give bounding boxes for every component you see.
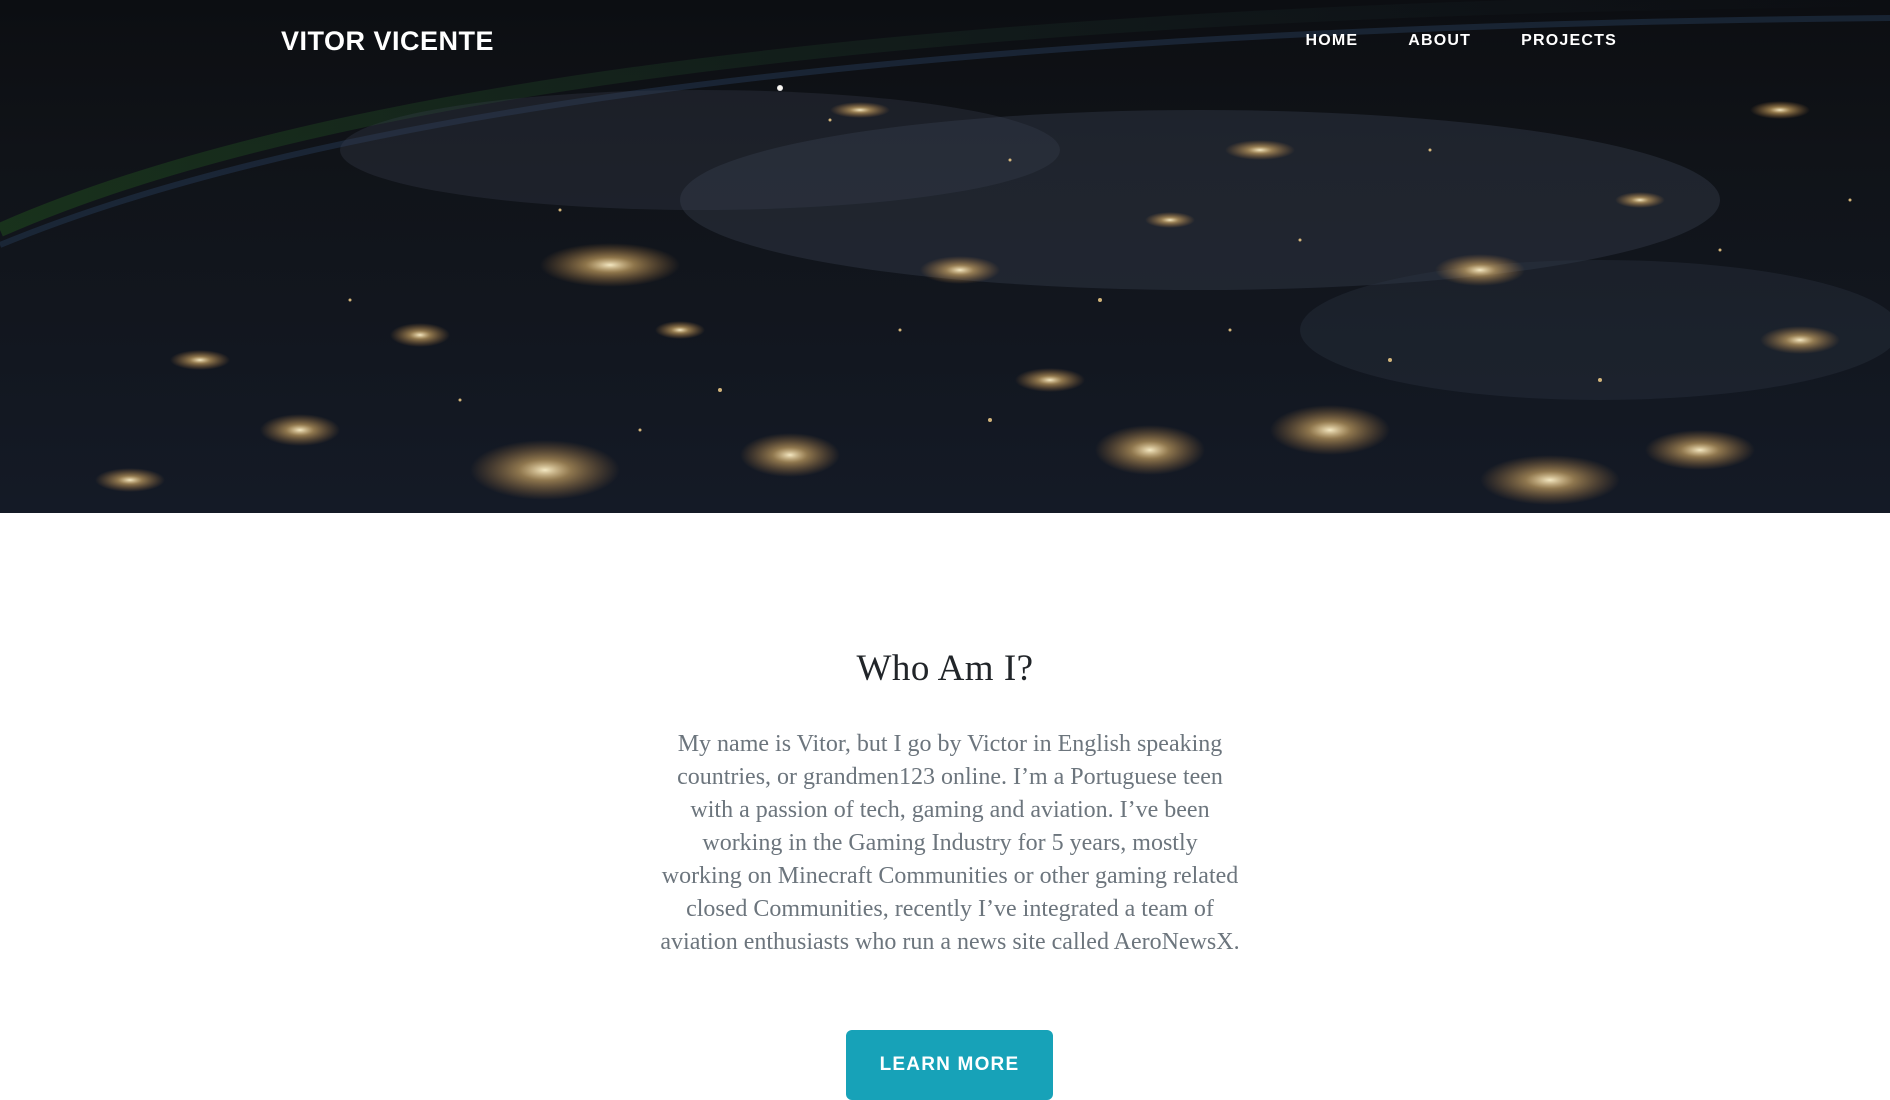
nav-link-about[interactable]: ABOUT bbox=[1408, 32, 1471, 50]
nav-links: HOME ABOUT PROJECTS bbox=[1305, 32, 1617, 50]
nav-link-home[interactable]: HOME bbox=[1305, 32, 1358, 50]
about-paragraph: My name is Vitor, but I go by Victor in … bbox=[660, 731, 1240, 955]
nav-link-projects[interactable]: PROJECTS bbox=[1521, 32, 1617, 50]
top-navbar: VITOR VICENTE HOME ABOUT PROJECTS bbox=[0, 0, 1890, 84]
brand-logo-link[interactable]: VITOR VICENTE bbox=[281, 26, 494, 57]
hero-banner: VITOR VICENTE HOME ABOUT PROJECTS bbox=[0, 0, 1890, 513]
section-title: Who Am I? bbox=[856, 648, 1034, 689]
learn-more-button[interactable]: LEARN MORE bbox=[846, 1030, 1053, 1100]
